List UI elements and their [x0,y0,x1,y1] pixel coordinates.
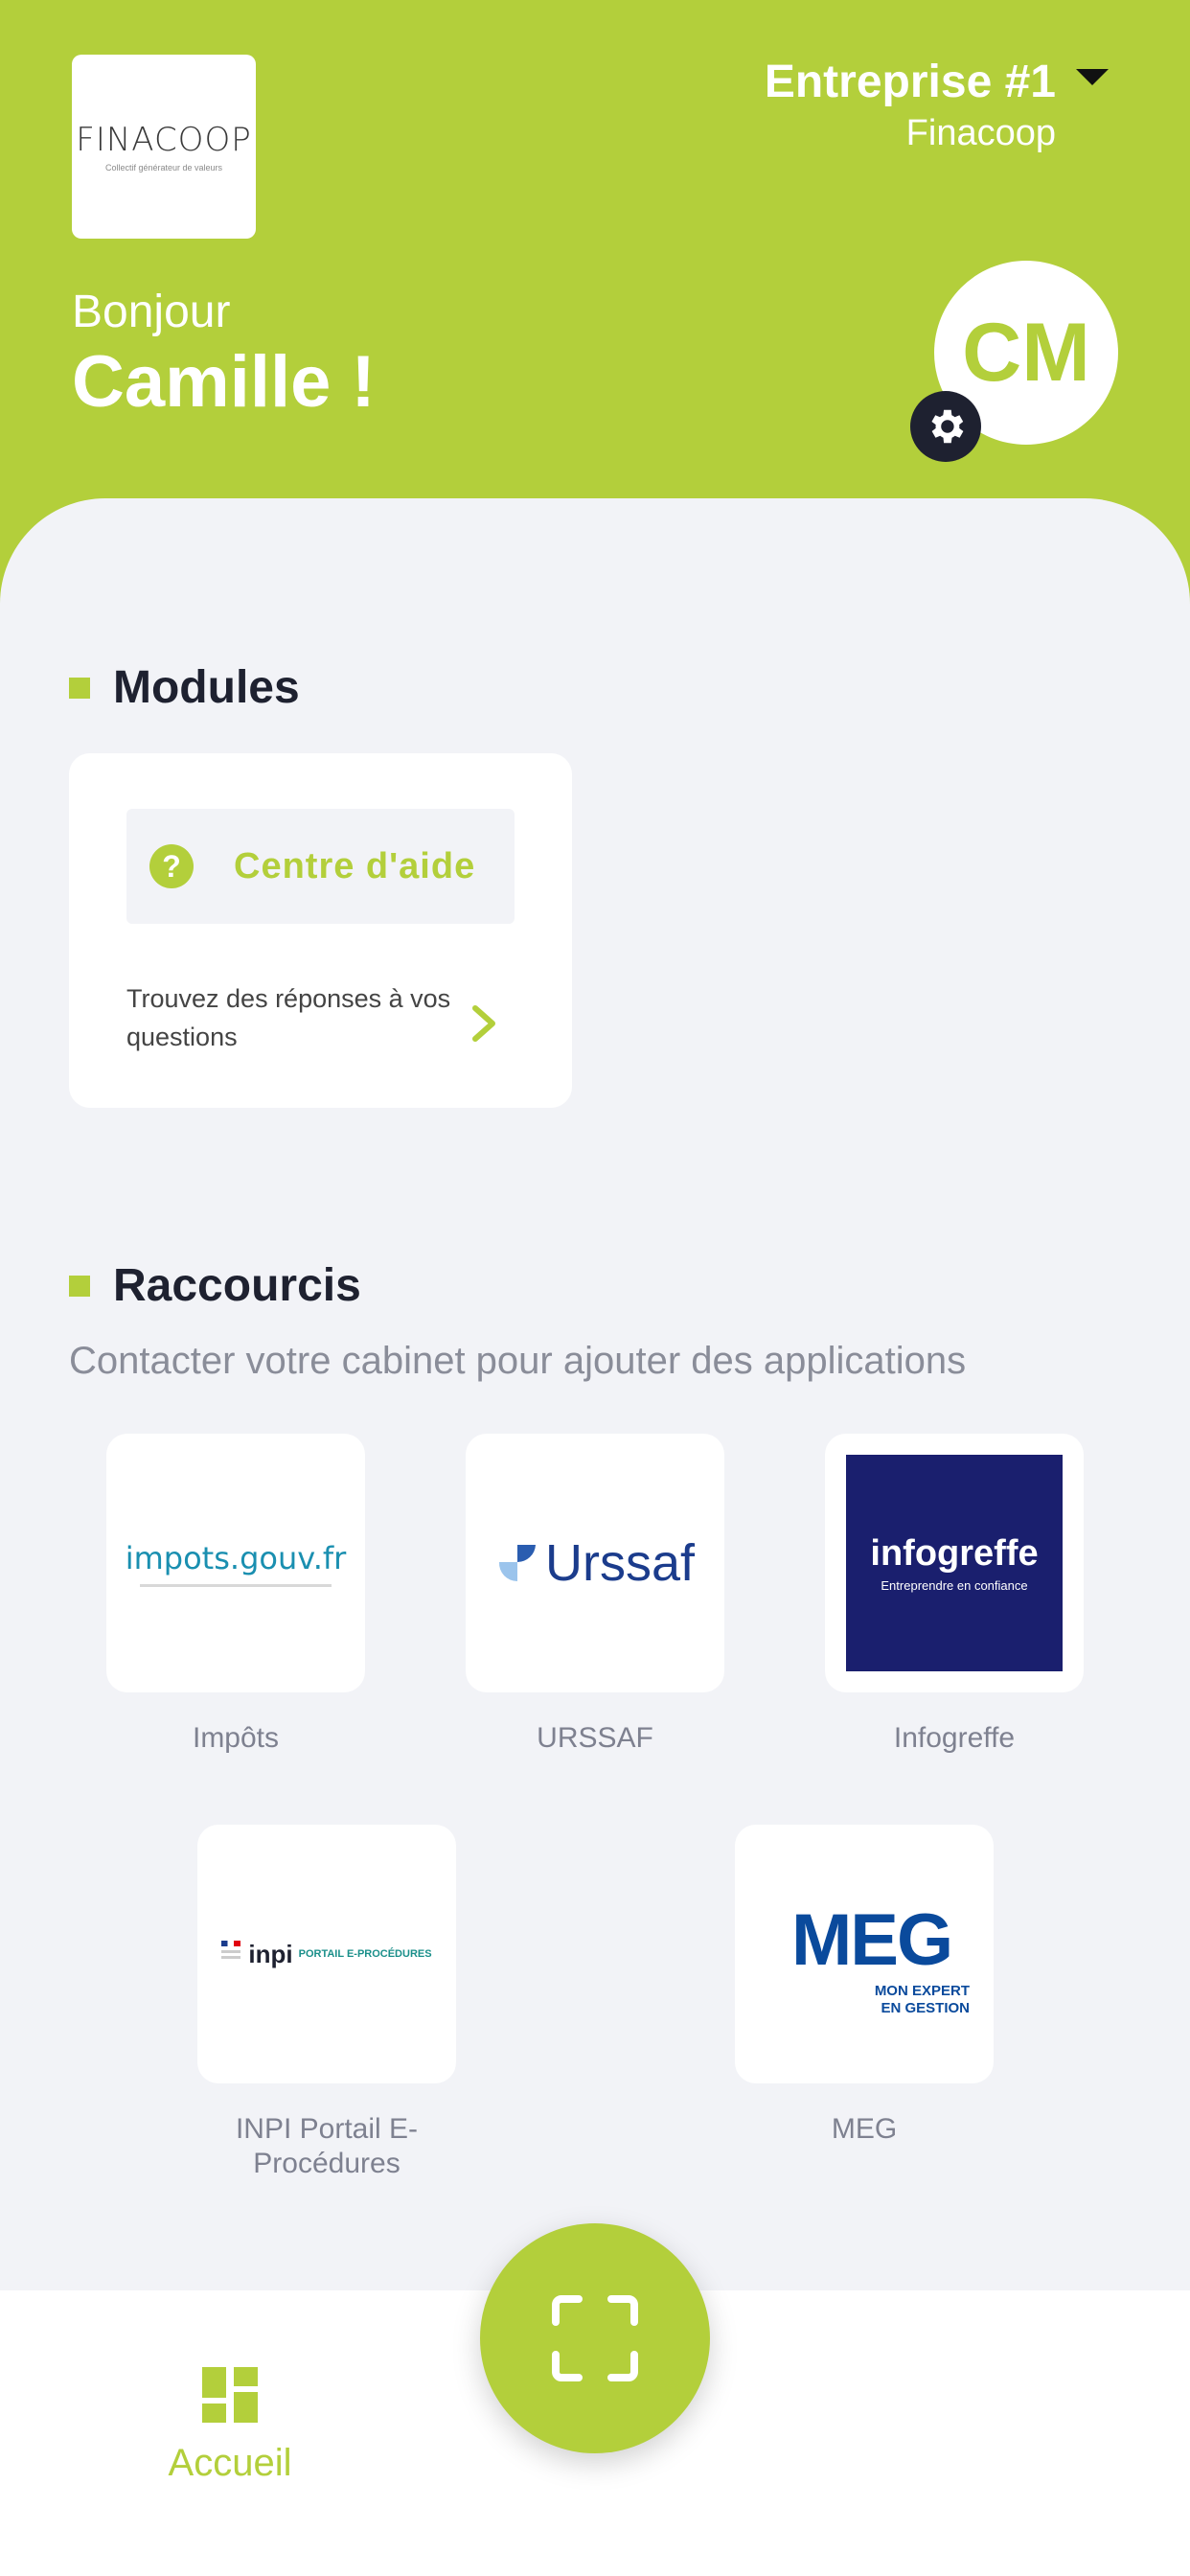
shortcuts-title: Raccourcis [113,1260,361,1311]
inpi-logo-tagline: PORTAIL E-PROCÉDURES [298,1948,432,1960]
infogreffe-logo-text: infogreffe [870,1533,1039,1574]
caret-down-icon[interactable] [1076,69,1109,85]
shortcut-label-impots: Impôts [192,1722,280,1754]
infogreffe-logo-tagline: Entreprendre en confiance [881,1578,1028,1593]
dashboard-icon [202,2367,258,2423]
shortcuts-heading: Raccourcis [69,1259,361,1312]
shortcut-label-urssaf: URSSAF [537,1722,653,1754]
meg-logo-tagline: MON EXPERT EN GESTION [874,1983,970,2016]
question-mark-icon: ? [149,844,194,888]
urssaf-logo-text: Urssaf [544,1534,695,1592]
gear-icon [931,409,964,444]
chevron-right-icon [472,1005,495,1042]
module-header: ? Centre d'aide [126,809,515,924]
shortcut-tile-urssaf[interactable]: Urssaf [466,1434,724,1692]
shortcut-tile-impots[interactable]: impots.gouv.fr [106,1434,365,1692]
logo-wordmark: FINACOOP [76,121,252,159]
modules-heading: Modules [69,661,300,714]
company-name: Entreprise #1 [764,57,1056,107]
shortcut-label-meg: MEG [831,2113,898,2145]
section-marker [69,677,90,699]
republique-francaise-mark [221,1941,241,1967]
infogreffe-logo: infogreffe Entreprendre en confiance [846,1455,1063,1671]
shortcut-label-inpi: INPI Portail E-Procédures [235,2113,419,2179]
user-name: Camille ! [72,341,376,423]
module-label: Centre d'aide [234,845,476,886]
impots-logo: impots.gouv.fr [125,1539,347,1587]
module-description: Trouvez des réponses à vos questions [126,984,451,1051]
impots-logo-text: impots.gouv.fr [125,1539,347,1576]
inpi-logo: inpi PORTAIL E-PROCÉDURES [221,1939,432,1969]
shortcut-tile-inpi[interactable]: inpi PORTAIL E-PROCÉDURES [197,1825,456,2083]
urssaf-leaf-icon [498,1545,536,1581]
scan-frame-icon [552,2295,638,2381]
company-selector[interactable]: Entreprise #1 Finacoop [765,56,1056,157]
inpi-logo-text: inpi [248,1939,293,1968]
urssaf-logo: Urssaf [495,1533,695,1593]
company-subtitle: Finacoop [905,113,1056,153]
avatar-initials: CM [962,306,1090,399]
nav-item-home[interactable]: Accueil [134,2367,326,2485]
settings-gear-button[interactable] [910,391,981,462]
greeting-block: Bonjour Camille ! [72,286,376,426]
shortcut-label-infogreffe: Infogreffe [893,1722,1016,1754]
section-marker [69,1275,90,1297]
shortcut-tile-infogreffe[interactable]: infogreffe Entreprendre en confiance [825,1434,1084,1692]
scan-button[interactable] [480,2223,710,2453]
greeting-text: Bonjour [72,287,231,337]
shortcuts-subtitle: Contacter votre cabinet pour ajouter des… [69,1340,967,1382]
company-logo[interactable]: FINACOOP Collectif générateur de valeurs [72,55,256,239]
nav-home-label: Accueil [168,2442,292,2484]
module-card-help-center[interactable]: ? Centre d'aide Trouvez des réponses à v… [69,753,572,1108]
modules-title: Modules [113,662,300,713]
meg-logo: MEG MON EXPERT EN GESTION [749,1877,979,2031]
logo-tagline: Collectif générateur de valeurs [104,163,223,172]
meg-logo-text: MEG [791,1899,953,1981]
impots-logo-underline [140,1583,332,1587]
shortcut-tile-meg[interactable]: MEG MON EXPERT EN GESTION [735,1825,994,2083]
